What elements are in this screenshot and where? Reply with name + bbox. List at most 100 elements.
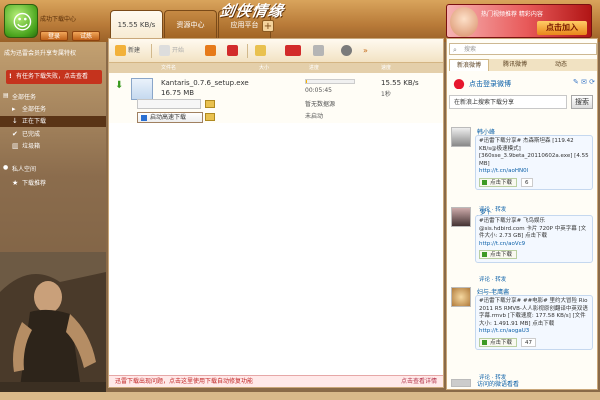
weibo-logo-icon bbox=[451, 77, 467, 89]
folder-icon bbox=[255, 45, 266, 56]
post-text: #迅雷下载分享# 飞鸟娱乐@sis.hdbird.com 卡片 720P 中英字… bbox=[479, 218, 587, 239]
avatar[interactable] bbox=[451, 207, 471, 227]
highspeed-download-button[interactable]: 启动高速下载 bbox=[137, 112, 203, 123]
source-status: 暂无数据源 bbox=[305, 101, 336, 108]
sidebar-item-recommend[interactable]: ★ 下载推荐 bbox=[12, 178, 46, 189]
download-list-panel: 新建 开始 » 文件名 大小 进度 速度 ⬇ Kantaris_0.7.6_se… bbox=[108, 38, 444, 388]
search-icon: ⌕ bbox=[453, 46, 457, 54]
vip-hint[interactable]: 成为迅雷会员升享专属特权 bbox=[4, 48, 104, 57]
sidebar-group-private[interactable]: ● 私人空间 bbox=[3, 164, 36, 173]
weibo-login-link[interactable]: 点击登录微博 bbox=[469, 79, 511, 89]
film-icon bbox=[313, 45, 324, 56]
exe-file-icon bbox=[131, 78, 153, 100]
pause-icon bbox=[205, 45, 216, 56]
tab-downloads[interactable]: 15.55 KB/s bbox=[110, 10, 163, 38]
game-character-art bbox=[0, 252, 106, 400]
col-size[interactable]: 大小 bbox=[259, 64, 269, 71]
post-bubble: #迅雷下载分享# 飞鸟娱乐@sis.hdbird.com 卡片 720P 中英字… bbox=[475, 215, 593, 263]
media-button[interactable] bbox=[313, 44, 326, 58]
bird-logo-icon: ☺ bbox=[12, 10, 33, 34]
post-link[interactable]: http://t.cn/aoHN0l bbox=[479, 168, 589, 176]
toolbar-divider bbox=[151, 44, 152, 58]
pause-button[interactable] bbox=[205, 44, 218, 58]
more-button[interactable]: » bbox=[363, 44, 368, 58]
star-icon: ★ bbox=[12, 179, 19, 187]
window-bottom-edge bbox=[0, 392, 600, 400]
column-header: 文件名 大小 进度 速度 bbox=[109, 63, 443, 73]
task-row[interactable]: ⬇ Kantaris_0.7.6_setup.exe 16.75 MB 启动高速… bbox=[109, 73, 443, 123]
add-tab-button[interactable]: + bbox=[262, 20, 274, 32]
tab-sina-weibo[interactable]: 新浪微博 bbox=[449, 59, 489, 71]
repair-hint[interactable]: 迅雷下载出现问题，点击这里使用下载自动修复功能 bbox=[115, 376, 253, 388]
post-download-count: 6 bbox=[521, 177, 533, 187]
sidebar-item-trash[interactable]: ▥ 垃圾箱 bbox=[12, 141, 40, 152]
post-download-button[interactable]: 点击下载 bbox=[479, 177, 518, 187]
post-download-button[interactable]: 点击下载 bbox=[479, 250, 518, 259]
new-task-button[interactable]: 新建 bbox=[115, 44, 140, 58]
failed-task-notice[interactable]: 有任务下载失败，点击查看 bbox=[6, 70, 102, 84]
tab-activity[interactable]: 动态 bbox=[541, 59, 581, 71]
sidebar-item-label: 全部任务 bbox=[22, 106, 47, 113]
avatar[interactable] bbox=[451, 127, 471, 147]
delete-button[interactable] bbox=[227, 44, 240, 58]
panel-tabs: 新浪微博 腾讯微博 动态 bbox=[449, 59, 597, 71]
post-bubble: #迅雷下载分享# 杰森斯坦森 [119.42 KB/s@极速模式] [360ss… bbox=[475, 135, 593, 190]
weibo-search-button[interactable]: 搜索 bbox=[571, 95, 593, 109]
refresh-icon[interactable]: ✎ ✉ ⟳ bbox=[573, 78, 595, 86]
post-text: #迅雷下载分享# 杰森斯坦森 [119.42 KB/s@极速模式] [360ss… bbox=[479, 138, 589, 167]
task-path-field[interactable] bbox=[137, 99, 201, 109]
weibo-search-input[interactable]: 在新浪上搜索下载分享 bbox=[449, 95, 567, 109]
new-task-label: 新建 bbox=[128, 47, 141, 54]
sidebar-item-label: 全部任务 bbox=[12, 94, 37, 101]
new-task-icon bbox=[115, 45, 126, 56]
panel-search-input[interactable]: ⌕ 搜索 bbox=[449, 43, 597, 55]
title-bar: ☺ 成功下载中心 登录 试炼 15.55 KB/s 资源中心 应用平台 剑侠情缘… bbox=[0, 0, 600, 42]
sidebar-item-label: 垃圾箱 bbox=[22, 143, 41, 150]
details-link[interactable]: 点击查看详情 bbox=[401, 376, 437, 388]
post-download-button[interactable]: 点击下载 bbox=[479, 337, 518, 347]
avatar[interactable] bbox=[451, 287, 471, 307]
game-title-art: 剑侠情缘 bbox=[218, 2, 286, 20]
start-button[interactable]: 开始 bbox=[159, 44, 184, 58]
ad-join-button[interactable]: 点击加入 bbox=[537, 21, 587, 35]
sidebar-item-completed[interactable]: ✔ 已完成 bbox=[12, 129, 40, 140]
pdf-button[interactable] bbox=[285, 44, 303, 58]
ad-banner[interactable]: 热门视频推荐 精彩内容 点击加入 bbox=[446, 4, 592, 38]
post-link[interactable]: http://t.cn/aoVc9 bbox=[479, 241, 589, 249]
open-folder-button[interactable] bbox=[255, 44, 268, 58]
sidebar-item-downloading[interactable]: ↓ 正在下载 bbox=[0, 116, 106, 127]
trial-button[interactable]: 试炼 bbox=[72, 31, 100, 41]
col-speed[interactable]: 速度 bbox=[381, 64, 391, 71]
tab-tencent-weibo[interactable]: 腾讯微博 bbox=[495, 59, 535, 71]
col-progress[interactable]: 进度 bbox=[309, 64, 319, 71]
progress-bar bbox=[305, 79, 355, 84]
start-label: 开始 bbox=[172, 47, 185, 54]
trash-icon: ▥ bbox=[12, 142, 19, 150]
sidebar-group-all[interactable]: ▤ 全部任务 bbox=[3, 92, 36, 101]
login-button[interactable]: 登录 bbox=[40, 31, 68, 41]
gear-icon bbox=[341, 45, 352, 56]
settings-button[interactable] bbox=[341, 44, 354, 58]
addon-status: 未启动 bbox=[305, 113, 324, 120]
post-text: #迅雷下载分享# ##电影# 里约大冒险 Rio 2011 R5 RMVB-人人… bbox=[479, 298, 588, 327]
weibo-panel: ⌕ 搜索 新浪微博 腾讯微博 动态 点击登录微博 ✎ ✉ ⟳ 在新浪上搜索下载分… bbox=[446, 38, 598, 390]
weibo-post: 韩小峰 #迅雷下载分享# 杰森斯坦森 [119.42 KB/s@极速模式] [3… bbox=[449, 127, 597, 213]
sidebar-item-label: 已完成 bbox=[22, 131, 41, 138]
post-actions[interactable]: 评论 · 转发 bbox=[479, 275, 506, 283]
sidebar-item-label: 正在下载 bbox=[22, 118, 47, 125]
check-icon: ✔ bbox=[12, 130, 18, 138]
folder-icon[interactable] bbox=[205, 113, 215, 121]
task-filename: Kantaris_0.7.6_setup.exe bbox=[161, 79, 249, 87]
folder-icon: ▸ bbox=[12, 105, 16, 113]
tab-resource-center[interactable]: 资源中心 bbox=[164, 10, 217, 38]
sidebar-item-all[interactable]: ▸ 全部任务 bbox=[12, 104, 46, 115]
lock-icon: ● bbox=[3, 164, 9, 171]
post-link[interactable]: http://t.cn/aogaU3 bbox=[479, 328, 589, 336]
avatar[interactable] bbox=[451, 379, 471, 387]
sidebar-item-label: 下载推荐 bbox=[22, 180, 47, 187]
post-author[interactable]: 访问的微语看看 bbox=[477, 379, 519, 388]
elapsed-time: 00:05:45 bbox=[305, 87, 332, 94]
folder-icon[interactable] bbox=[205, 100, 215, 108]
col-filename[interactable]: 文件名 bbox=[161, 64, 176, 71]
download-arrow-icon: ↓ bbox=[12, 117, 18, 125]
